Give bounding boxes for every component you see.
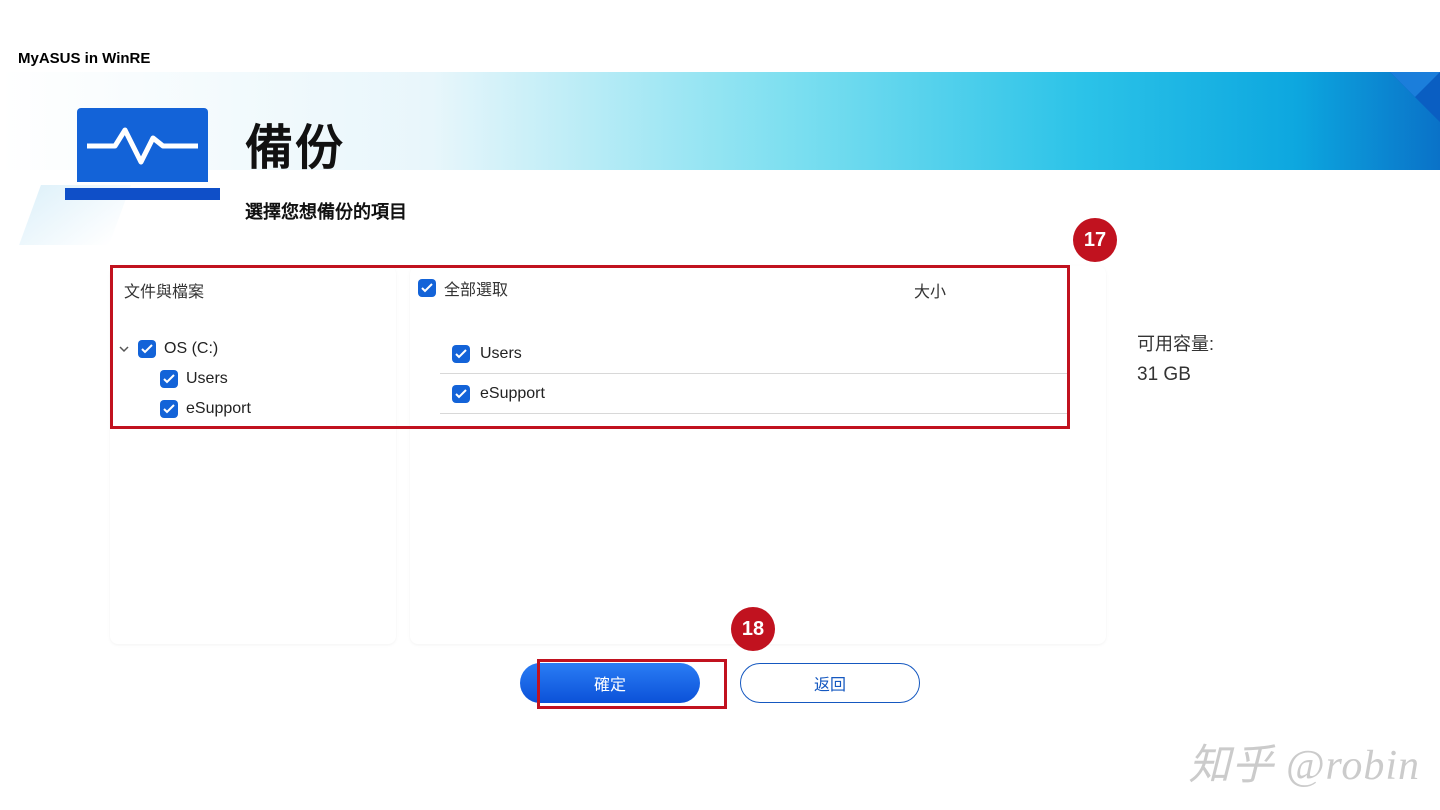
annotation-badge-17: 17 — [1073, 218, 1117, 262]
page-subtitle: 選擇您想備份的項目 — [245, 198, 407, 224]
capacity-block: 可用容量: 31 GB — [1137, 330, 1214, 386]
header-size: 大小 — [914, 278, 946, 302]
header-select-all[interactable]: 全部選取 — [418, 276, 508, 300]
detail-row[interactable]: Users — [440, 334, 1070, 374]
capacity-label: 可用容量: — [1137, 330, 1214, 356]
detail-row-label: Users — [480, 345, 522, 363]
checkbox-users-icon[interactable] — [452, 345, 470, 363]
tree-panel — [110, 266, 396, 644]
column-headers: 文件與檔案 全部選取 大小 — [110, 266, 1110, 310]
tree-child-label: Users — [186, 370, 228, 388]
tree-root-label: OS (C:) — [164, 340, 218, 358]
watermark: 知乎 @robin — [1174, 731, 1420, 792]
detail-row[interactable]: eSupport — [440, 374, 1070, 414]
file-tree: OS (C:) Users eSupport — [118, 334, 251, 424]
annotation-badge-18: 18 — [731, 607, 775, 651]
tree-root-row[interactable]: OS (C:) — [118, 334, 251, 364]
corner-fold-icon — [1390, 72, 1440, 122]
capacity-value: 31 GB — [1137, 364, 1214, 386]
tree-child-row[interactable]: eSupport — [118, 394, 251, 424]
chevron-down-icon[interactable] — [118, 345, 130, 353]
back-button[interactable]: 返回 — [740, 663, 920, 703]
selection-panels: 文件與檔案 全部選取 大小 OS (C:) Users eSupport Use… — [110, 266, 1110, 644]
checkbox-select-all-icon[interactable] — [418, 279, 436, 297]
header-docs: 文件與檔案 — [124, 278, 204, 302]
checkbox-users-tree-icon[interactable] — [160, 370, 178, 388]
page-title: 備份 — [245, 108, 345, 178]
tree-child-label: eSupport — [186, 400, 251, 418]
detail-panel — [410, 266, 1106, 644]
header-select-all-label: 全部選取 — [444, 276, 508, 300]
tree-child-row[interactable]: Users — [118, 364, 251, 394]
ok-button[interactable]: 確定 — [520, 663, 700, 703]
checkbox-esupport-tree-icon[interactable] — [160, 400, 178, 418]
detail-row-label: eSupport — [480, 385, 545, 403]
checkbox-os-c-icon[interactable] — [138, 340, 156, 358]
app-title: MyASUS in WinRE — [18, 50, 150, 67]
detail-list: Users eSupport — [440, 334, 1070, 414]
button-row: 確定 返回 — [0, 663, 1440, 703]
backup-logo-icon — [65, 108, 220, 200]
checkbox-esupport-icon[interactable] — [452, 385, 470, 403]
watermark-text: 知乎 @robin — [1188, 743, 1420, 789]
